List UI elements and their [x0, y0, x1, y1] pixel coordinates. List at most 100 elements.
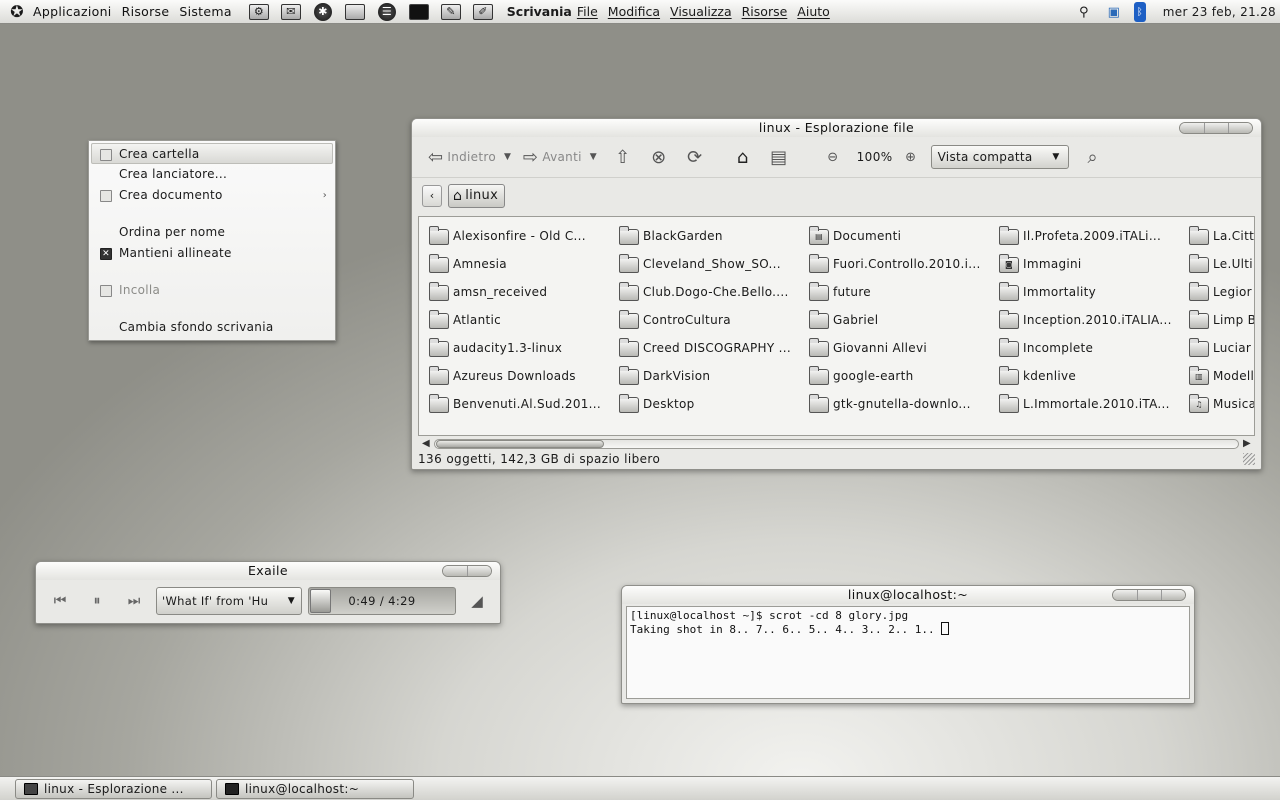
close-button[interactable] [1161, 590, 1185, 600]
back-button[interactable]: ⇦ Indietro [424, 143, 500, 171]
file-item[interactable]: amsn_received [427, 281, 613, 309]
file-item[interactable]: gtk-gnutella-downlo... [807, 393, 993, 421]
scroll-thumb[interactable] [436, 440, 604, 448]
file-item[interactable]: Benvenuti.Al.Sud.201... [427, 393, 613, 421]
file-item[interactable]: Club.Dogo-Che.Bello.... [617, 281, 803, 309]
back-history-dropdown[interactable]: ▼ [504, 152, 511, 162]
messenger-icon[interactable]: ☰ [376, 2, 398, 22]
file-item[interactable]: audacity1.3-linux [427, 337, 613, 365]
zoom-in-icon[interactable]: ⊕ [899, 145, 923, 169]
reload-icon[interactable]: ⟳ [683, 145, 707, 169]
task-terminal[interactable]: linux@localhost:~ [216, 779, 414, 799]
file-item[interactable]: Amnesia [427, 253, 613, 281]
mail-tool-icon[interactable]: ⚙ [248, 2, 270, 22]
up-arrow-icon[interactable]: ⇧ [611, 145, 635, 169]
folder-icon[interactable] [344, 2, 366, 22]
maximize-button[interactable] [1204, 123, 1228, 133]
close-button[interactable] [1228, 123, 1252, 133]
scroll-track[interactable] [434, 439, 1239, 449]
scroll-left-icon[interactable]: ◀ [422, 437, 430, 451]
pause-icon[interactable]: ⏸ [84, 591, 110, 611]
file-item[interactable]: future [807, 281, 993, 309]
forward-history-dropdown[interactable]: ▼ [590, 152, 597, 162]
terminal-output[interactable]: [linux@localhost ~]$ scrot -cd 8 glory.j… [626, 606, 1190, 699]
resize-grip[interactable] [1243, 453, 1255, 465]
volume-icon[interactable]: ◢ [466, 589, 488, 613]
file-item[interactable]: Fuori.Controllo.2010.i... [807, 253, 993, 281]
file-item[interactable]: L.Immortale.2010.iTA... [997, 393, 1183, 421]
track-selector[interactable]: 'What If' from 'Hu ▼ [156, 587, 302, 615]
search-icon[interactable]: ⌕ [1081, 145, 1105, 169]
file-item[interactable]: Inception.2010.iTALIA... [997, 309, 1183, 337]
file-item[interactable]: Desktop [617, 393, 803, 421]
maximize-button[interactable] [1137, 590, 1161, 600]
file-item[interactable]: Incomplete [997, 337, 1183, 365]
file-item[interactable]: Immortality [997, 281, 1183, 309]
minimize-button[interactable] [1180, 123, 1204, 133]
editor-icon[interactable]: ✐ [472, 2, 494, 22]
menu-item[interactable]: Crea documento › [89, 185, 335, 206]
stop-icon[interactable]: ⊗ [647, 145, 671, 169]
file-manager-titlebar[interactable]: linux - Esplorazione file [412, 119, 1261, 137]
task-file-manager[interactable]: linux - Esplorazione ... [15, 779, 212, 799]
close-button[interactable] [467, 566, 491, 576]
file-item[interactable]: ControCultura [617, 309, 803, 337]
browser-icon[interactable]: ✱ [312, 2, 334, 22]
file-item[interactable]: Limp B [1187, 309, 1254, 337]
playback-progress[interactable]: 0:49 / 4:29 [308, 587, 456, 615]
file-item[interactable]: Luciar [1187, 337, 1254, 365]
menu-aiuto[interactable]: Aiuto [792, 4, 835, 19]
file-item[interactable]: Gabriel [807, 309, 993, 337]
file-item[interactable]: Legior [1187, 281, 1254, 309]
menu-applicazioni[interactable]: Applicazioni [28, 4, 117, 19]
menu-item[interactable]: Incolla [89, 280, 335, 301]
view-mode-select[interactable]: Vista compatta ▼ [930, 145, 1069, 169]
file-item[interactable]: Le.Ulti [1187, 253, 1254, 281]
gimp-icon[interactable]: ✎ [440, 2, 462, 22]
bluetooth-icon[interactable]: ᛒ [1133, 2, 1146, 22]
file-item[interactable]: ▤ Documenti [807, 225, 993, 253]
file-item[interactable]: Cleveland_Show_SO... [617, 253, 803, 281]
network-icon[interactable]: ⚲ [1074, 2, 1094, 22]
zoom-out-icon[interactable]: ⊖ [821, 145, 845, 169]
menu-modifica[interactable]: Modifica [603, 4, 665, 19]
file-item[interactable]: BlackGarden [617, 225, 803, 253]
file-item[interactable]: La.Citt [1187, 225, 1254, 253]
update-icon[interactable]: ▣ [1104, 2, 1124, 22]
file-item[interactable]: Atlantic [427, 309, 613, 337]
menu-item[interactable]: ✕ Mantieni allineate [89, 243, 335, 264]
menu-file[interactable]: File [572, 4, 603, 19]
menu-item[interactable]: Crea lanciatore... [89, 164, 335, 185]
forward-button[interactable]: ⇨ Avanti [519, 143, 586, 171]
menu-item[interactable]: Ordina per nome [89, 222, 335, 243]
file-item[interactable]: Giovanni Allevi [807, 337, 993, 365]
file-item[interactable]: kdenlive [997, 365, 1183, 393]
path-back-button[interactable]: ‹ [422, 184, 442, 207]
breadcrumb-linux[interactable]: ⌂ linux [448, 183, 506, 208]
menu-item[interactable]: Cambia sfondo scrivania [89, 317, 335, 338]
file-item[interactable]: Il.Profeta.2009.iTALi... [997, 225, 1183, 253]
menu-visualizza[interactable]: Visualizza [665, 4, 737, 19]
file-item[interactable]: ▥ Modell [1187, 365, 1254, 393]
file-item[interactable]: DarkVision [617, 365, 803, 393]
file-item[interactable]: ◙ Immagini [997, 253, 1183, 281]
horizontal-scrollbar[interactable]: ◀ ▶ [420, 437, 1253, 451]
menu-risorse[interactable]: Risorse [117, 4, 175, 19]
file-item[interactable]: google-earth [807, 365, 993, 393]
computer-icon[interactable]: ▤ [767, 145, 791, 169]
file-item[interactable]: Azureus Downloads [427, 365, 613, 393]
file-item[interactable]: Alexisonfire - Old C... [427, 225, 613, 253]
terminal-icon[interactable] [408, 2, 430, 22]
scroll-right-icon[interactable]: ▶ [1243, 437, 1251, 451]
exaile-titlebar[interactable]: Exaile [36, 562, 500, 580]
menu-risorse-app[interactable]: Risorse [737, 4, 793, 19]
file-item[interactable]: Creed DISCOGRAPHY ... [617, 337, 803, 365]
main-menu-logo-icon[interactable]: ✪ [6, 1, 28, 23]
menu-item[interactable]: Crea cartella [91, 143, 333, 164]
minimize-button[interactable] [443, 566, 467, 576]
mail-icon[interactable]: ✉ [280, 2, 302, 22]
next-track-icon[interactable]: ⏭ [121, 591, 147, 611]
menu-sistema[interactable]: Sistema [174, 4, 236, 19]
terminal-titlebar[interactable]: linux@localhost:~ [622, 586, 1194, 604]
clock[interactable]: mer 23 feb, 21.28 [1163, 5, 1280, 19]
